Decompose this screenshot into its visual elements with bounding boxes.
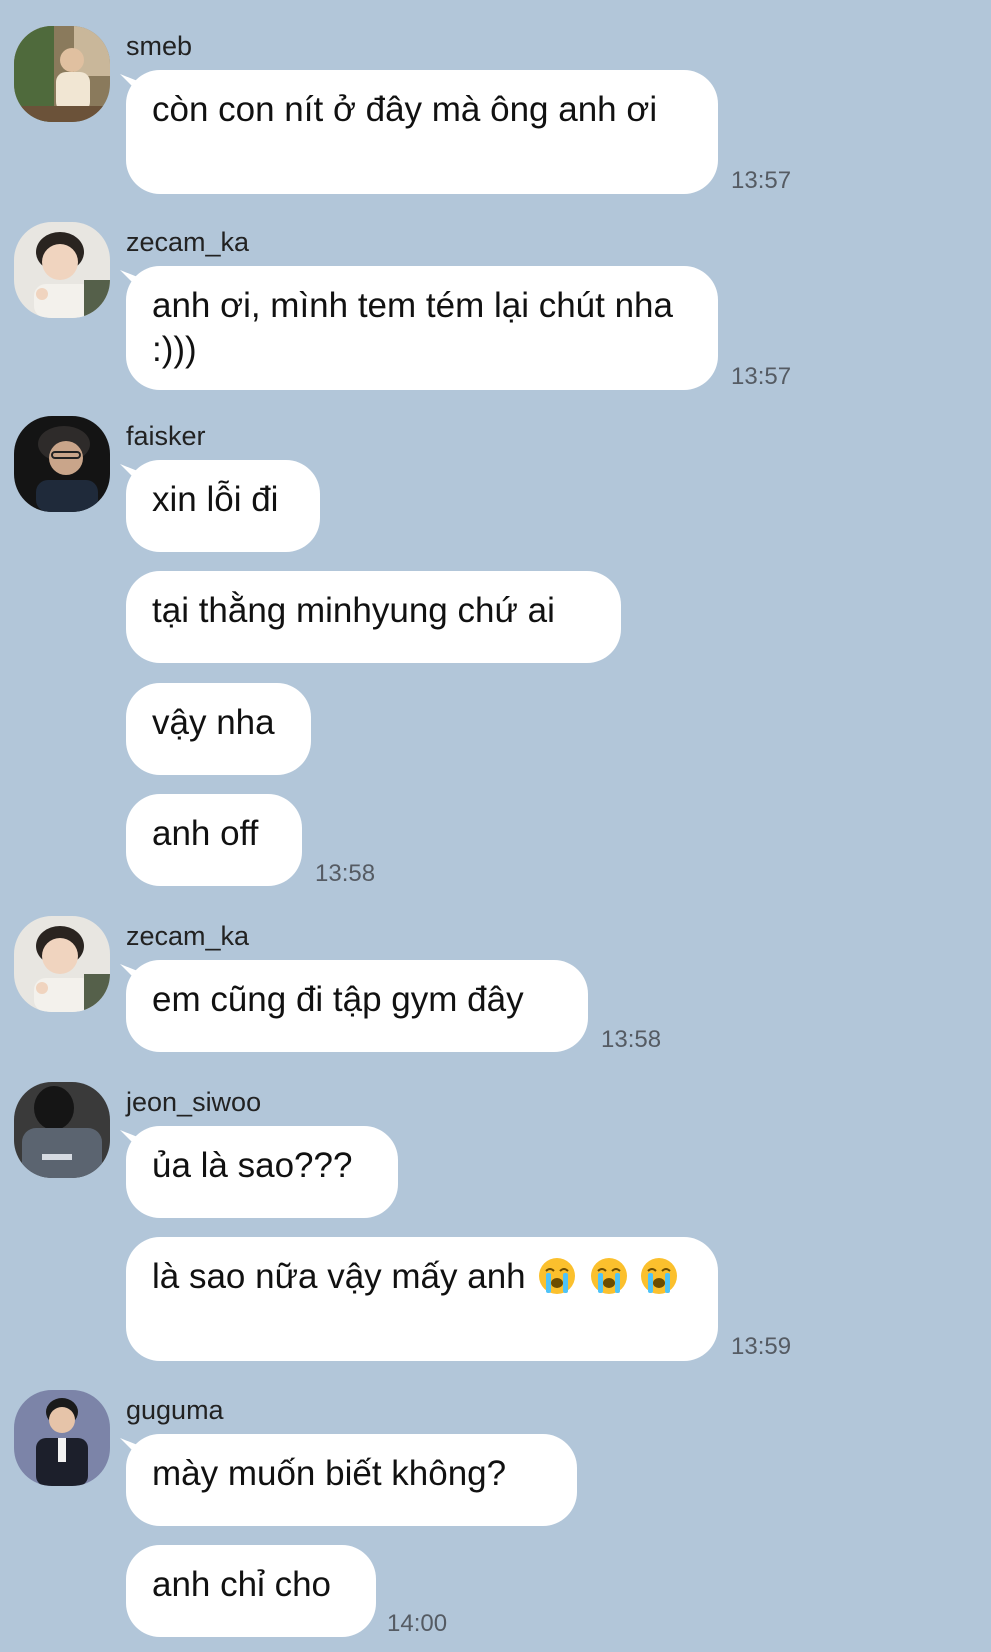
avatar-smeb[interactable] — [14, 26, 110, 122]
message-bubble[interactable]: anh chỉ cho — [126, 1545, 376, 1637]
message-timestamp: 13:57 — [731, 363, 792, 390]
message-bubble[interactable]: tại thằng minhyung chứ ai — [126, 571, 621, 663]
sender-name: guguma — [126, 1395, 224, 1425]
message-text: anh chỉ cho — [152, 1565, 332, 1604]
avatar-image — [14, 1082, 110, 1178]
message-timestamp: 14:00 — [387, 1610, 448, 1637]
message-text: anh off — [152, 814, 259, 853]
message-text: tại thằng minhyung chứ ai — [152, 591, 555, 630]
message-text: còn con nít ở đây mà ông anh ơi — [152, 90, 658, 129]
message-text: ủa là sao??? — [152, 1146, 353, 1185]
message-bubble[interactable]: ủa là sao??? — [126, 1126, 398, 1218]
avatar-zecam-ka[interactable] — [14, 916, 110, 1012]
message-text: là sao nữa vậy mấy anh — [152, 1257, 526, 1296]
message-bubble[interactable]: vậy nha — [126, 683, 311, 775]
message-bubble[interactable]: em cũng đi tập gym đây — [126, 960, 588, 1052]
message-bubble[interactable]: còn con nít ở đây mà ông anh ơi — [126, 70, 718, 194]
sender-name: smeb — [126, 31, 193, 61]
sender-name: faisker — [126, 421, 206, 451]
message-text: em cũng đi tập gym đây — [152, 980, 524, 1019]
avatar-image — [14, 1390, 110, 1486]
message-bubble[interactable]: anh ơi, mình tem tém lại chút nha :))) — [126, 266, 718, 390]
message-bubble[interactable]: mày muốn biết không? — [126, 1434, 577, 1526]
sender-name: zecam_ka — [126, 921, 250, 951]
message-text: vậy nha — [152, 703, 275, 742]
message-timestamp: 13:58 — [601, 1026, 662, 1053]
avatar-image — [14, 416, 110, 512]
sender-name: jeon_siwoo — [126, 1087, 262, 1117]
message-bubble[interactable]: anh off — [126, 794, 302, 886]
message-bubble[interactable]: xin lỗi đi — [126, 460, 320, 552]
message-text: xin lỗi đi — [152, 480, 279, 519]
avatar-image — [14, 916, 110, 1012]
avatar-image — [14, 222, 110, 318]
avatar-guguma[interactable] — [14, 1390, 110, 1486]
message-timestamp: 13:59 — [731, 1333, 792, 1360]
message-bubble[interactable]: là sao nữa vậy mấy anh — [126, 1237, 718, 1361]
message-text: mày muốn biết không? — [152, 1454, 507, 1493]
message-text: anh ơi, mình tem tém lại chút nha :))) — [152, 286, 673, 369]
loudly-crying-face-icon — [589, 1256, 629, 1296]
loudly-crying-face-icon — [639, 1256, 679, 1296]
loudly-crying-face-icon — [537, 1256, 577, 1296]
message-timestamp: 13:57 — [731, 167, 792, 194]
avatar-zecam-ka[interactable] — [14, 222, 110, 318]
avatar-faisker[interactable] — [14, 416, 110, 512]
avatar-image — [14, 26, 110, 122]
sender-name: zecam_ka — [126, 227, 250, 257]
message-timestamp: 13:58 — [315, 860, 376, 887]
avatar-jeon-siwoo[interactable] — [14, 1082, 110, 1178]
